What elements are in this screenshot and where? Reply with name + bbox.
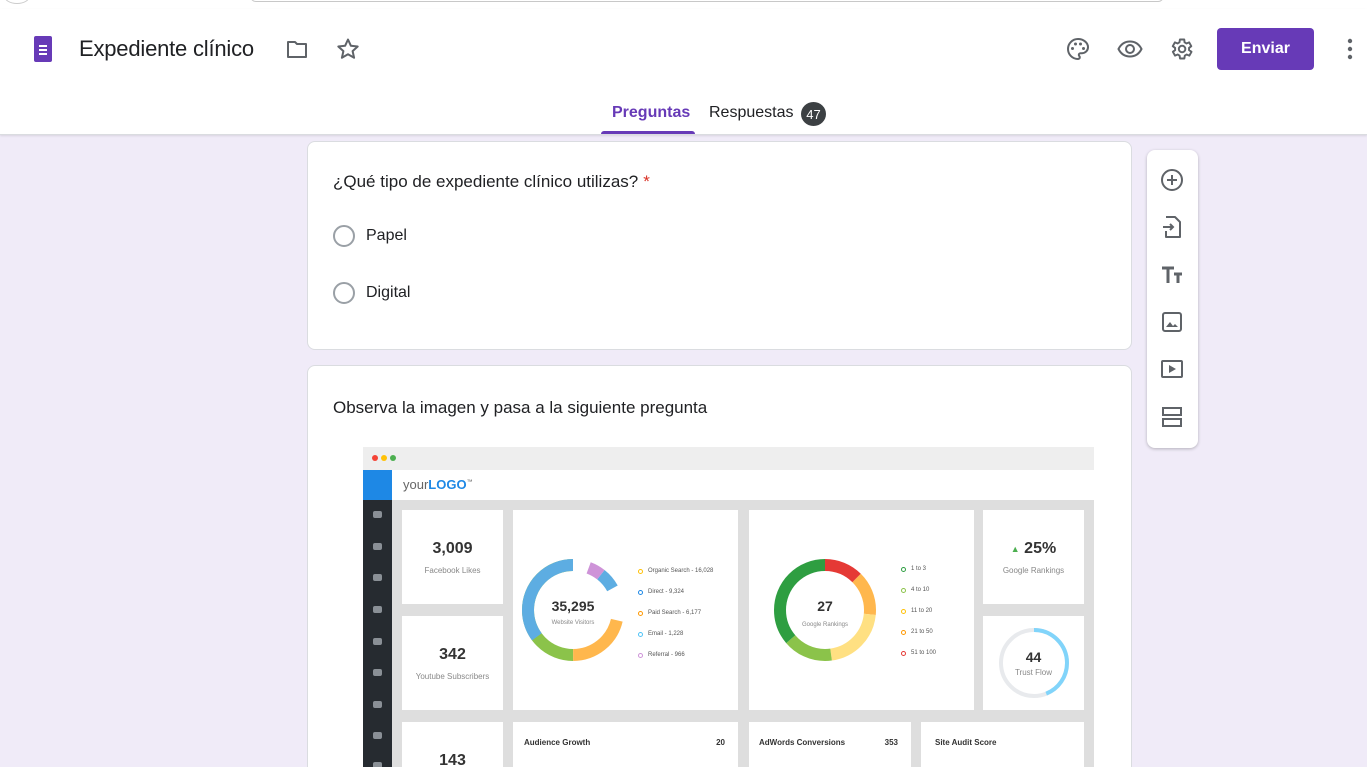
form-header: Expediente clínico Enviar Preguntas Resp… — [0, 9, 1367, 135]
adwords-conversions-panel: AdWords Conversions 353 — [749, 722, 911, 767]
google-rankings-panel: 27 Google Rankings 1 to 3 4 to 10 11 to … — [749, 510, 974, 710]
site-audit-panel: Site Audit Score — [921, 722, 1084, 767]
tab-respuestas[interactable]: Respuestas — [709, 104, 794, 122]
question-title-text: ¿Qué tipo de expediente clínico utilizas… — [333, 172, 639, 191]
send-button[interactable]: Enviar — [1217, 28, 1314, 70]
question-card[interactable]: ¿Qué tipo de expediente clínico utilizas… — [307, 141, 1132, 350]
trust-flow-panel: 44 Trust Flow — [983, 616, 1084, 710]
add-section-icon[interactable] — [1158, 403, 1186, 431]
address-bar[interactable] — [250, 0, 1164, 2]
add-title-icon[interactable] — [1158, 261, 1186, 289]
active-tab-indicator — [601, 131, 695, 134]
dashboard-home-icon — [363, 470, 392, 500]
add-question-icon[interactable] — [1158, 166, 1186, 194]
window-bar — [363, 447, 1094, 470]
radio-button[interactable] — [333, 225, 355, 247]
palette-icon[interactable] — [1064, 35, 1092, 63]
folder-icon[interactable] — [283, 35, 311, 63]
question-toolbar — [1147, 150, 1198, 448]
stat-panel: 143 — [402, 722, 503, 767]
star-icon[interactable] — [334, 35, 362, 63]
dashboard-logo: yourLOGO™ — [403, 477, 473, 492]
dashboard-sidebar — [363, 470, 392, 767]
option-digital[interactable]: Digital — [333, 282, 410, 304]
youtube-subscribers-panel: 342 Youtube Subscribers — [402, 616, 503, 710]
add-image-icon[interactable] — [1158, 308, 1186, 336]
document-title[interactable]: Expediente clínico — [79, 36, 254, 62]
website-visitors-panel: 35,295 Website Visitors Organic Search -… — [513, 510, 738, 710]
facebook-likes-panel: 3,009 Facebook Likes — [402, 510, 503, 604]
option-papel[interactable]: Papel — [333, 225, 407, 247]
forms-icon[interactable] — [34, 36, 52, 62]
dashboard-logo-bar: yourLOGO™ — [392, 470, 1094, 500]
dashboard-image: yourLOGO™ 3,009 Facebook Likes 342 Youtu… — [363, 447, 1094, 767]
google-rankings-change-panel: ▲ 25% Google Rankings — [983, 510, 1084, 604]
option-label: Digital — [366, 284, 411, 301]
browser-strip — [0, 0, 1367, 9]
question-title: ¿Qué tipo de expediente clínico utilizas… — [333, 172, 650, 192]
import-questions-icon[interactable] — [1158, 213, 1186, 241]
preview-eye-icon[interactable] — [1116, 35, 1144, 63]
required-asterisk: * — [643, 172, 650, 191]
option-label: Papel — [366, 227, 407, 244]
settings-gear-icon[interactable] — [1167, 35, 1195, 63]
section-description: Observa la imagen y pasa a la siguiente … — [333, 398, 708, 417]
responses-count-badge: 47 — [801, 102, 826, 126]
browser-button[interactable] — [4, 0, 30, 4]
audience-growth-panel: Audience Growth 20 — [513, 722, 738, 767]
radio-button[interactable] — [333, 282, 355, 304]
tab-preguntas[interactable]: Preguntas — [612, 104, 690, 122]
add-video-icon[interactable] — [1158, 355, 1186, 383]
more-vert-icon[interactable] — [1336, 35, 1364, 63]
